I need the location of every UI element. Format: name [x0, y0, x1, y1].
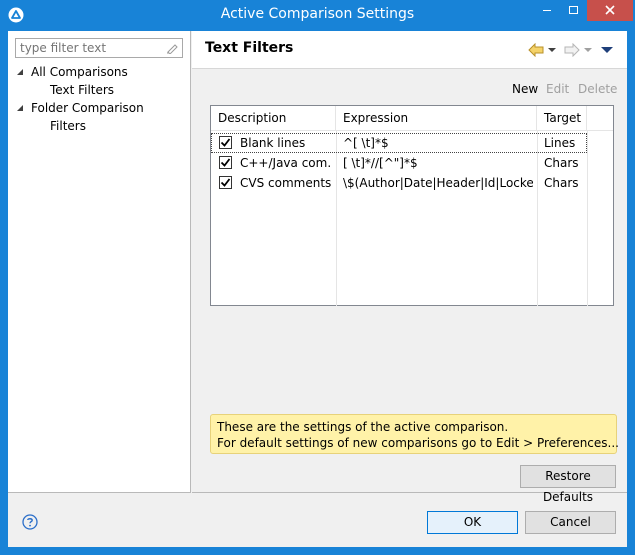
column-divider — [587, 131, 588, 306]
expand-arrow-icon[interactable] — [16, 68, 24, 76]
tree-item-text-filters[interactable]: Text Filters — [46, 81, 126, 99]
row-checkbox[interactable] — [219, 176, 232, 189]
restore-defaults-button[interactable]: Restore Defaults — [520, 465, 616, 504]
row-checkbox[interactable] — [219, 156, 232, 169]
row-expression: \$(Author|Date|Header|Id|Locker|... — [343, 176, 533, 190]
minimize-button[interactable] — [534, 0, 560, 21]
dialog-client: All Comparisons Text Filters Folder Comp… — [8, 31, 627, 547]
minimize-icon — [543, 10, 551, 11]
page-title: Text Filters — [205, 40, 294, 56]
row-description: C++/Java com... — [240, 156, 332, 170]
back-dropdown-icon[interactable] — [548, 43, 556, 57]
checkmark-icon — [220, 178, 231, 187]
column-header-expression[interactable]: Expression — [336, 106, 537, 130]
filter-box — [15, 38, 183, 58]
row-description: Blank lines — [240, 136, 306, 150]
navigation-tree-pane: All Comparisons Text Filters Folder Comp… — [8, 31, 191, 493]
close-button[interactable] — [587, 0, 633, 21]
tree-item-filters[interactable]: Filters — [46, 117, 126, 135]
row-expression: [ \t]*//[^"]*$ — [343, 156, 418, 170]
edit-button[interactable]: Edit — [546, 82, 569, 98]
row-description: CVS comments — [240, 176, 332, 190]
row-expression: ^[ \t]*$ — [343, 136, 389, 150]
maximize-button[interactable] — [560, 0, 586, 21]
clear-filter-icon[interactable] — [166, 42, 178, 54]
info-message: These are the settings of the active com… — [210, 414, 619, 454]
column-header-target[interactable]: Target — [537, 106, 587, 130]
table-row[interactable]: CVS comments \$(Author|Date|Header|Id|Lo… — [211, 173, 587, 193]
forward-arrow-icon[interactable] — [564, 43, 580, 57]
title-bar[interactable]: Active Comparison Settings — [0, 0, 635, 31]
dialog-window: Active Comparison Settings type filter t… — [0, 0, 635, 555]
info-line: For default settings of new comparisons … — [217, 436, 619, 450]
tree-item-label: Filters — [50, 119, 86, 133]
tree-item-label: All Comparisons — [31, 65, 128, 79]
cancel-button[interactable]: Cancel — [525, 511, 616, 534]
info-line: These are the settings of the active com… — [217, 420, 509, 434]
row-target: Lines — [544, 136, 576, 150]
checkmark-icon — [220, 158, 231, 167]
tree-item-label: Folder Comparison — [31, 101, 144, 115]
help-icon[interactable] — [22, 514, 38, 530]
tree-item-label: Text Filters — [46, 81, 119, 99]
row-target: Chars — [544, 176, 579, 190]
back-arrow-icon[interactable] — [528, 43, 544, 57]
filter-input[interactable] — [16, 39, 162, 57]
tree-item-all-comparisons[interactable]: All Comparisons — [8, 63, 190, 81]
table-row[interactable]: C++/Java com... [ \t]*//[^"]*$ Chars — [211, 153, 587, 173]
column-header-description[interactable]: Description — [211, 106, 336, 130]
header-divider — [211, 130, 613, 131]
new-button[interactable]: New — [512, 82, 538, 98]
filters-table: Description Expression Target Blank line… — [210, 105, 614, 306]
page-header: Text Filters — [192, 31, 627, 69]
tree-item-folder-comparison[interactable]: Folder Comparison — [8, 99, 190, 117]
ok-button[interactable]: OK — [427, 511, 518, 534]
maximize-icon — [569, 6, 578, 14]
close-icon — [605, 5, 615, 15]
view-menu-icon[interactable] — [601, 43, 613, 57]
delete-button[interactable]: Delete — [578, 82, 617, 98]
preference-page: Text Filters New Edit Delete Description… — [192, 31, 627, 504]
expand-arrow-icon[interactable] — [16, 104, 24, 112]
forward-dropdown-icon[interactable] — [584, 43, 592, 57]
checkmark-icon — [220, 138, 231, 147]
row-target: Chars — [544, 156, 579, 170]
row-checkbox[interactable] — [219, 136, 232, 149]
table-row[interactable]: Blank lines ^[ \t]*$ Lines — [211, 133, 587, 153]
